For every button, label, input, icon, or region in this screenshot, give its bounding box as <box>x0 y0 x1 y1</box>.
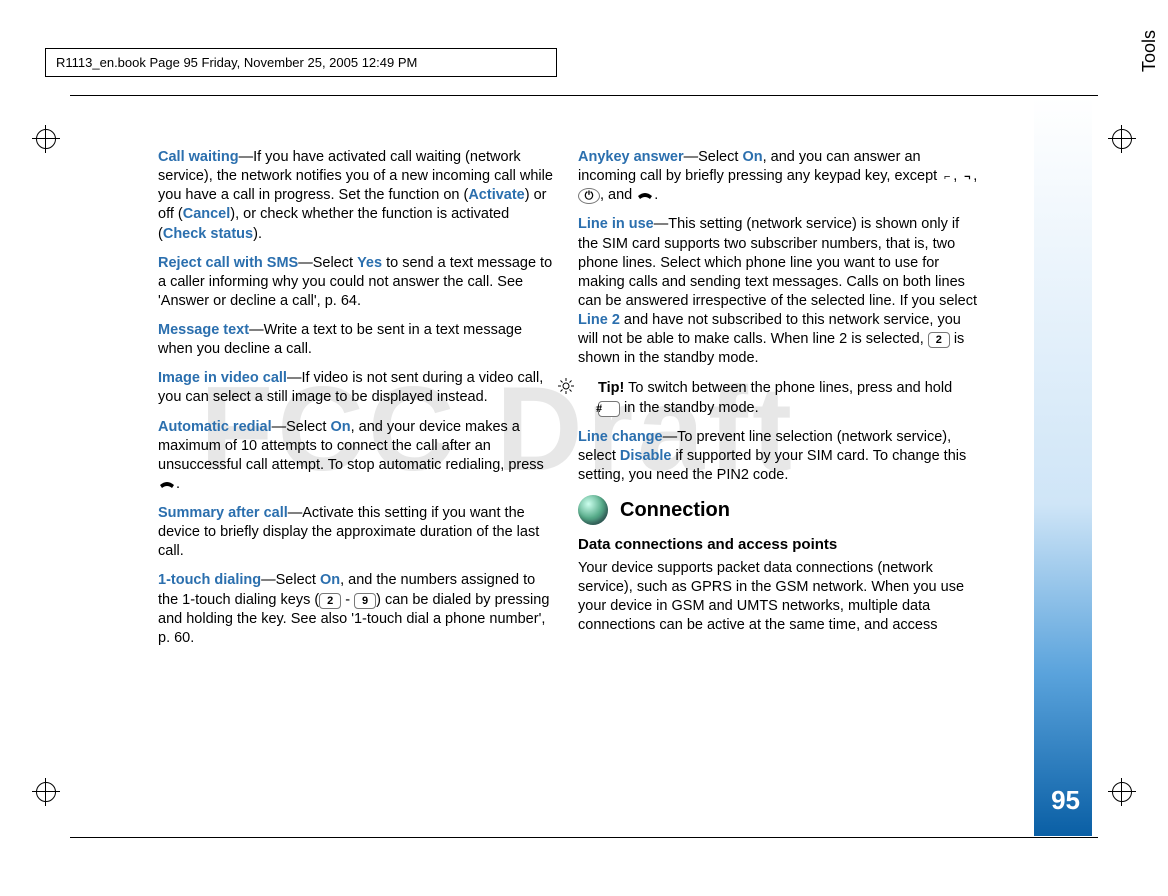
reg-mark-br <box>1108 778 1136 806</box>
side-gradient <box>1034 98 1092 836</box>
hash-key-icon: # <box>598 401 620 417</box>
para-message-text: Message text—Write a text to be sent in … <box>158 321 558 359</box>
frame-header-box: R1113_en.book Page 95 Friday, November 2… <box>45 48 557 77</box>
reg-mark-tl <box>32 125 60 153</box>
key-2-icon: 2 <box>319 593 341 609</box>
reg-mark-bl <box>32 778 60 806</box>
line2-indicator-icon: 2 <box>928 332 950 348</box>
reg-mark-tr <box>1108 125 1136 153</box>
section-heading-connection: Connection <box>578 495 978 525</box>
softkey-left-icon: ⌐ <box>941 170 953 184</box>
para-auto-redial: Automatic redial—Select On, and your dev… <box>158 418 558 495</box>
key-9-icon: 9 <box>354 593 376 609</box>
para-image-video: Image in video call—If video is not sent… <box>158 369 558 407</box>
crop-line-top <box>70 95 1098 96</box>
subheading-data-connections: Data connections and access points <box>578 535 978 555</box>
column-left: Call waiting—If you have activated call … <box>158 148 558 768</box>
column-right: Anykey answer—Select On, and you can ans… <box>578 148 978 768</box>
page-body: Call waiting—If you have activated call … <box>158 148 978 768</box>
power-key-icon: ⏻ <box>578 188 600 204</box>
end-call-icon <box>158 476 176 488</box>
para-summary: Summary after call—Activate this setting… <box>158 504 558 561</box>
para-line-change: Line change—To prevent line selection (n… <box>578 428 978 485</box>
globe-icon <box>578 495 608 525</box>
page-number: 95 <box>1051 785 1080 816</box>
end-call-icon-2 <box>636 187 654 199</box>
tip-label: Tip! <box>598 380 624 396</box>
tip-line-switch: Tip! To switch between the phone lines, … <box>578 378 978 417</box>
para-line-in-use: Line in use—This setting (network servic… <box>578 215 978 368</box>
side-section-label: Tools <box>1139 30 1160 72</box>
frame-header-text: R1113_en.book Page 95 Friday, November 2… <box>56 55 417 70</box>
para-data-connections: Your device supports packet data connect… <box>578 559 978 636</box>
crop-line-bottom <box>70 837 1098 838</box>
para-reject-sms: Reject call with SMS—Select Yes to send … <box>158 254 558 311</box>
para-anykey: Anykey answer—Select On, and you can ans… <box>578 148 978 205</box>
section-title: Connection <box>620 497 730 523</box>
tip-icon <box>578 378 594 394</box>
para-call-waiting: Call waiting—If you have activated call … <box>158 148 558 244</box>
para-1touch: 1-touch dialing—Select On, and the numbe… <box>158 571 558 648</box>
softkey-right-icon: ¬ <box>961 170 973 184</box>
term-call-waiting: Call waiting <box>158 149 239 165</box>
